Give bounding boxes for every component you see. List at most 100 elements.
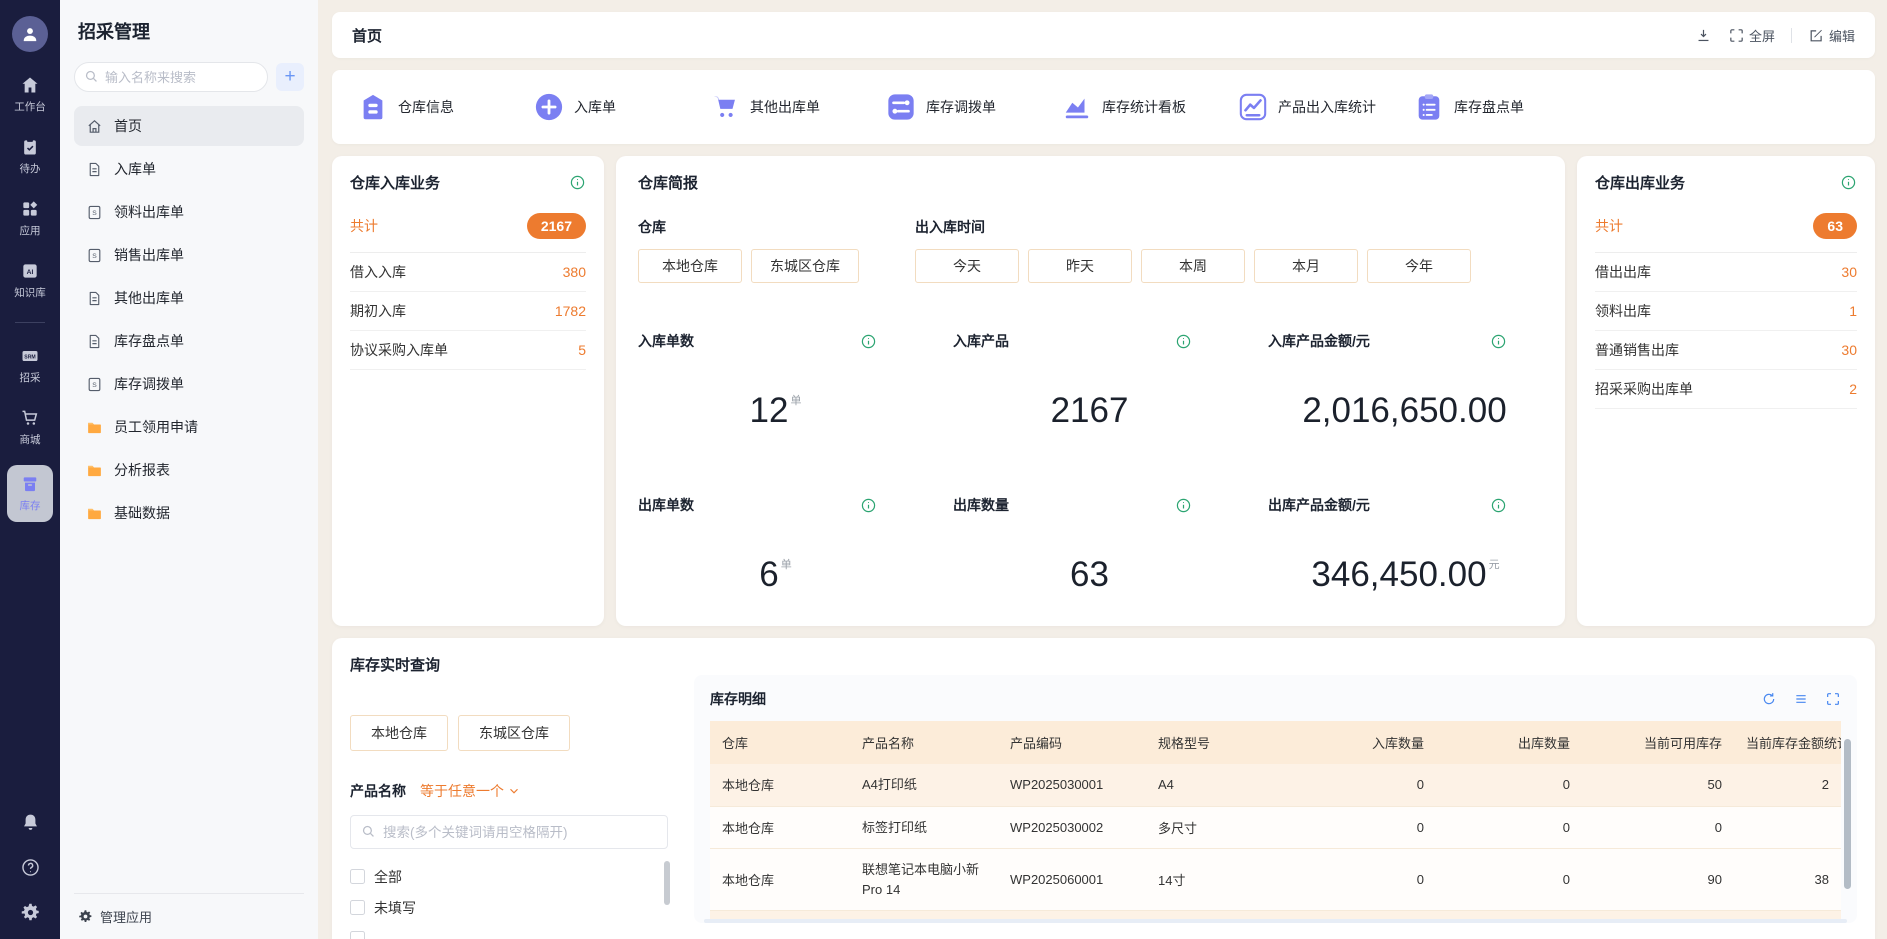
time-filter-button[interactable]: 本周 <box>1141 249 1245 283</box>
condition-dropdown[interactable]: 等于任意一个 <box>420 781 521 801</box>
info-icon[interactable] <box>860 333 877 350</box>
sidebar-item-inbound-order[interactable]: 入库单 <box>74 149 304 189</box>
time-filter-button[interactable]: 今年 <box>1367 249 1471 283</box>
sidebar-item-sales-outbound[interactable]: S 销售出库单 <box>74 235 304 275</box>
column-header[interactable]: 产品名称 <box>850 721 998 764</box>
option-clipped[interactable] <box>350 923 668 939</box>
sidebar-item-base-data[interactable]: 基础数据 <box>74 493 304 533</box>
rail-item-mall[interactable]: 商城 <box>20 408 41 447</box>
option-label: 全部 <box>374 867 402 887</box>
stat-row[interactable]: 领料出库 1 <box>1595 292 1857 331</box>
rail-item-apps[interactable]: 应用 <box>20 199 41 238</box>
stat-row[interactable]: 借入入库 380 <box>350 253 586 292</box>
column-header[interactable]: 仓库 <box>710 721 850 764</box>
stat-value: 380 <box>563 264 586 280</box>
sidebar-item-employee-request[interactable]: 员工领用申请 <box>74 407 304 447</box>
rail-item-inventory[interactable]: 库存 <box>7 465 53 522</box>
time-filter-button[interactable]: 今天 <box>915 249 1019 283</box>
rail-item-label: 库存 <box>20 498 41 513</box>
sidebar-item-material-outbound[interactable]: S 领料出库单 <box>74 192 304 232</box>
manage-apps-button[interactable]: 管理应用 <box>74 893 304 939</box>
quick-link-stocktake-order[interactable]: 库存盘点单 <box>1414 92 1590 122</box>
table-row[interactable]: 本地仓库 联想笔记本电脑小新Pro 14 WP2025060001 14寸 0 … <box>710 849 1841 911</box>
edit-button[interactable]: 编辑 <box>1808 26 1855 45</box>
rail-item-label: 应用 <box>20 223 41 238</box>
time-filter-button[interactable]: 昨天 <box>1028 249 1132 283</box>
table-cell: 50 <box>1582 764 1734 806</box>
time-filter-button[interactable]: 本月 <box>1254 249 1358 283</box>
warehouse-info-icon <box>358 92 388 122</box>
rail-item-knowledge[interactable]: AI 知识库 <box>14 261 46 300</box>
expand-icon[interactable] <box>1825 691 1841 707</box>
info-icon[interactable] <box>569 174 586 191</box>
quick-link-product-io-stats[interactable]: 产品出入库统计 <box>1238 92 1414 122</box>
column-header[interactable]: 出库数量 <box>1436 721 1582 764</box>
stat-row[interactable]: 普通销售出库 30 <box>1595 331 1857 370</box>
help-icon[interactable] <box>20 857 41 878</box>
warehouse-filter-button[interactable]: 东城区仓库 <box>458 715 570 751</box>
quick-link-stats-board[interactable]: 库存统计看板 <box>1062 92 1238 122</box>
option-all[interactable]: 全部 <box>350 861 668 892</box>
stat-row[interactable]: 协议采购入库单 5 <box>350 331 586 370</box>
product-options-list: 全部 未填写 <box>350 861 668 939</box>
column-header[interactable]: 规格型号 <box>1146 721 1290 764</box>
product-search-input[interactable] <box>350 815 668 849</box>
total-row[interactable]: 共计 63 <box>1595 199 1857 253</box>
info-icon[interactable] <box>1490 333 1507 350</box>
rail-item-workbench[interactable]: 工作台 <box>14 75 46 114</box>
fullscreen-button[interactable]: 全屏 <box>1728 26 1775 45</box>
quick-link-label: 其他出库单 <box>750 97 820 117</box>
stat-row[interactable]: 招采采购出库单 2 <box>1595 370 1857 409</box>
quick-link-warehouse-info[interactable]: 仓库信息 <box>358 92 534 122</box>
table-cell: 0 <box>1436 806 1582 849</box>
table-cell: 联想笔记本电脑小新Pro 14 <box>850 849 998 911</box>
stat-row[interactable]: 借出出库 30 <box>1595 253 1857 292</box>
info-icon[interactable] <box>1175 497 1192 514</box>
table-row[interactable]: 本地仓库 A4打印纸 WP2025030001 A4 0 0 50 2 <box>710 764 1841 806</box>
sidebar-item-home[interactable]: 首页 <box>74 106 304 146</box>
column-settings-icon[interactable] <box>1793 691 1809 707</box>
rail-bottom <box>20 812 41 939</box>
table-horizontal-scrollbar[interactable] <box>704 919 1847 923</box>
option-unfilled[interactable]: 未填写 <box>350 892 668 923</box>
user-avatar[interactable] <box>12 16 48 52</box>
checkbox[interactable] <box>350 900 365 915</box>
column-header[interactable]: 当前库存金额统计 <box>1734 721 1841 764</box>
stat-row[interactable]: 期初入库 1782 <box>350 292 586 331</box>
list-scrollbar[interactable] <box>664 861 670 905</box>
refresh-icon[interactable] <box>1761 691 1777 707</box>
quick-link-inbound-order[interactable]: 入库单 <box>534 92 710 122</box>
sidebar-item-transfer[interactable]: S 库存调拨单 <box>74 364 304 404</box>
info-icon[interactable] <box>1175 333 1192 350</box>
sidebar-item-analysis-report[interactable]: 分析报表 <box>74 450 304 490</box>
column-header[interactable]: 入库数量 <box>1290 721 1436 764</box>
sidebar-item-stocktake[interactable]: 库存盘点单 <box>74 321 304 361</box>
rail-item-srm[interactable]: SRM 招采 <box>20 346 41 385</box>
stat-big-value: 63 <box>1070 555 1109 594</box>
total-row[interactable]: 共计 2167 <box>350 199 586 253</box>
info-icon[interactable] <box>1840 174 1857 191</box>
warehouse-filter-button[interactable]: 本地仓库 <box>350 715 448 751</box>
sidebar-item-label: 分析报表 <box>114 460 170 480</box>
rail-item-todo[interactable]: 待办 <box>20 137 41 176</box>
warehouse-filter-button[interactable]: 本地仓库 <box>638 249 742 283</box>
table-cell: 2 <box>1734 764 1841 806</box>
gear-icon[interactable] <box>20 902 41 923</box>
home-outline-icon <box>86 118 103 135</box>
sidebar-item-other-outbound[interactable]: 其他出库单 <box>74 278 304 318</box>
info-icon[interactable] <box>860 497 877 514</box>
column-header[interactable]: 产品编码 <box>998 721 1146 764</box>
table-row[interactable]: 本地仓库 标签打印纸 WP2025030002 多尺寸 0 0 0 <box>710 806 1841 849</box>
add-button[interactable]: + <box>276 63 304 91</box>
checkbox[interactable] <box>350 869 365 884</box>
sidebar-search-input[interactable] <box>74 62 268 92</box>
quick-link-transfer-order[interactable]: 库存调拨单 <box>886 92 1062 122</box>
checkbox[interactable] <box>350 931 365 939</box>
info-icon[interactable] <box>1490 497 1507 514</box>
table-vertical-scrollbar[interactable] <box>1844 739 1851 889</box>
bell-icon[interactable] <box>20 812 41 833</box>
download-button[interactable] <box>1695 27 1712 44</box>
column-header[interactable]: 当前可用库存 <box>1582 721 1734 764</box>
quick-link-other-outbound[interactable]: 其他出库单 <box>710 92 886 122</box>
warehouse-filter-button[interactable]: 东城区仓库 <box>751 249 859 283</box>
